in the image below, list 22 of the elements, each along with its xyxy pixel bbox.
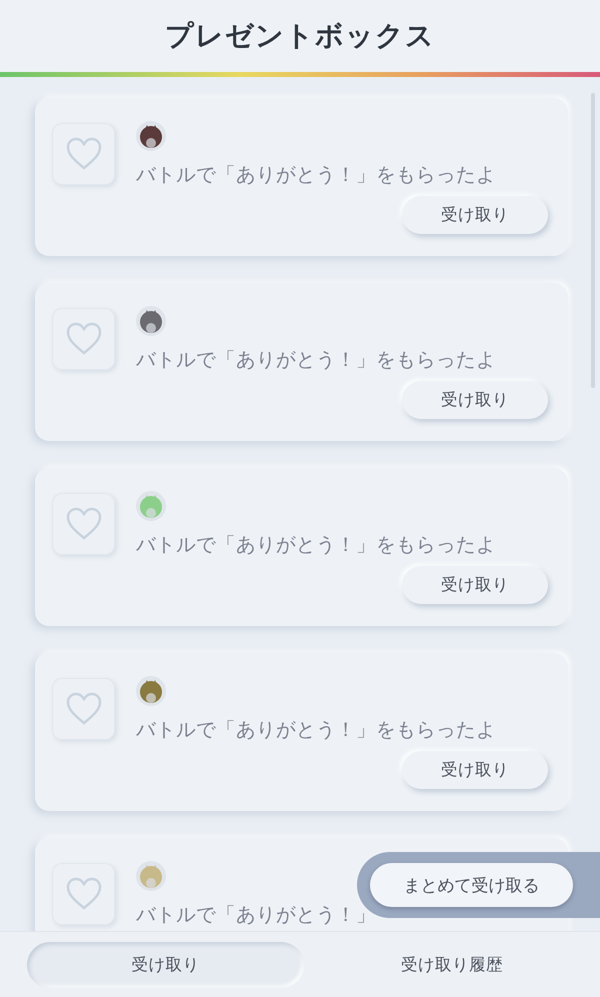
avatar <box>136 121 166 151</box>
gift-message: バトルで「ありがとう！」をもらったよ <box>136 532 497 558</box>
tab[interactable]: 受け取り履歴 <box>314 942 590 988</box>
heart-icon <box>64 322 102 356</box>
gift-message: バトルで「ありがとう！」をもらったよ <box>136 717 497 743</box>
receive-button[interactable]: 受け取り <box>402 196 548 234</box>
gift-message: バトルで「ありがとう！」をもらったよ <box>136 347 497 373</box>
receive-button[interactable]: 受け取り <box>402 751 548 789</box>
tab[interactable]: 受け取り <box>27 942 304 988</box>
avatar <box>136 306 166 336</box>
avatar <box>136 861 166 891</box>
gift-message: バトルで「ありがとう！」をもらったよ <box>136 162 497 188</box>
heart-icon <box>64 877 102 911</box>
heart-icon <box>64 507 102 541</box>
receive-button[interactable]: 受け取り <box>402 566 548 604</box>
avatar <box>136 491 166 521</box>
claim-all-button[interactable]: まとめて受け取る <box>370 863 573 907</box>
heart-icon <box>64 137 102 171</box>
receive-button[interactable]: 受け取り <box>402 381 548 419</box>
avatar <box>136 676 166 706</box>
page-title: プレゼントボックス <box>165 18 435 54</box>
heart-icon <box>64 692 102 726</box>
